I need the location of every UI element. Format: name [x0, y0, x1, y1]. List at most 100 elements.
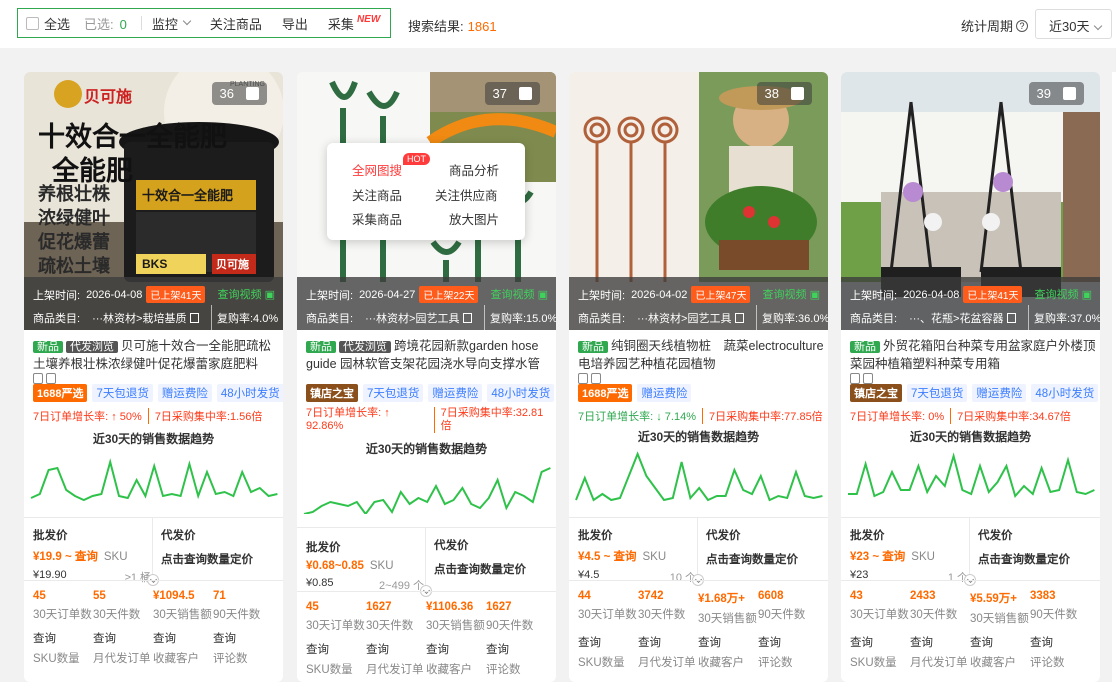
image-icon[interactable]	[46, 373, 56, 384]
purchase-concentration: 7日采购集中率:32.81倍	[433, 407, 552, 433]
query-dropship-price-button[interactable]: 点击查询数量定价	[161, 551, 253, 567]
product-card[interactable]: 贝可施 十效合一全能肥 全能肥 养根壮株 浓绿健叶 促花爆蕾 疏松土壤 十效合一…	[24, 72, 283, 682]
query-dropship-price-button[interactable]: 点击查询数量定价	[706, 551, 798, 567]
repurchase-rate: 复购率:4.0%	[211, 305, 283, 330]
svg-text:全能肥: 全能肥	[51, 155, 133, 186]
copy-icon[interactable]	[1007, 313, 1017, 323]
select-all-checkbox[interactable]	[26, 16, 39, 30]
query-favorites[interactable]: 查询	[970, 634, 1030, 650]
query-video-link[interactable]: 查询视频 ▣	[218, 286, 275, 302]
copy-icon[interactable]	[190, 313, 200, 323]
stat-units-90d: 71	[213, 590, 226, 602]
trend-title: 近30天的销售数据趋势	[909, 430, 1032, 444]
period-select[interactable]: 近30天	[1035, 9, 1112, 39]
copy-icon[interactable]	[33, 373, 43, 384]
query-favorites[interactable]: 查询	[698, 634, 758, 650]
product-card[interactable]: 39 上架时间: 2026-04-08 已上架41天 查询视频 ▣ 商品类目: ···…	[841, 72, 1100, 682]
menu-enlarge-image[interactable]: 放大图片	[449, 209, 499, 228]
growth-rates: 7日订单增长率: 0% 7日采购集中率:34.67倍	[850, 408, 1096, 424]
base-price: ¥4.5	[578, 569, 600, 581]
price-range[interactable]: ¥19.9 ~ 查询 SKU	[33, 548, 151, 564]
monitor-dropdown[interactable]: 监控	[152, 14, 192, 33]
menu-follow-supplier[interactable]: 关注供应商	[435, 185, 498, 204]
query-monthly-dropship[interactable]: 查询	[366, 641, 426, 657]
service-tags: 1688严选 7天包退货 赠运费险 48小时发货	[33, 384, 283, 402]
query-monthly-dropship[interactable]: 查询	[910, 634, 970, 650]
stat-sales-30d: ¥5.59万+	[970, 593, 1017, 605]
dropship-price: 代发价 点击查询数量定价	[978, 530, 1070, 567]
svg-text:促花爆蕾: 促花爆蕾	[37, 231, 110, 252]
query-video-link[interactable]: 查询视频 ▣	[1035, 286, 1092, 302]
product-image-area[interactable]: 38 上架时间: 2026-04-02 已上架47天 查询视频 ▣ 商品类目: ···…	[569, 72, 828, 330]
query-sku-count[interactable]: 查询	[578, 634, 638, 650]
chevron-down-icon	[182, 16, 192, 26]
menu-collect-product[interactable]: 采集商品	[352, 209, 402, 228]
category-path: ···林资材>园艺工具	[637, 313, 732, 325]
service-tag: 赠运费险	[972, 384, 1027, 402]
listed-days-badge: 已上架41天	[146, 286, 206, 303]
product-card[interactable]: 38 上架时间: 2026-04-02 已上架47天 查询视频 ▣ 商品类目: ···…	[569, 72, 828, 682]
next-card-edge	[1112, 72, 1116, 682]
sales-stats: 43 30天订单数 2433 30天件数 ¥5.59万+ 30天销售额 3383 90天…	[850, 590, 1090, 670]
select-checkbox[interactable]	[246, 87, 259, 100]
price-range[interactable]: ¥23 ~ 查询 SKU	[850, 548, 968, 564]
query-video-link[interactable]: 查询视频 ▣	[491, 286, 548, 302]
query-monthly-dropship[interactable]: 查询	[638, 634, 698, 650]
query-sku-count[interactable]: 查询	[306, 641, 366, 657]
query-reviews[interactable]: 查询	[486, 641, 546, 657]
product-title[interactable]: 新品 代发浏览 跨境花园新款garden hose guide 园林软管支架花园浇水…	[306, 338, 552, 372]
menu-follow-product[interactable]: 关注商品	[352, 185, 402, 204]
follow-products-button[interactable]: 关注商品	[210, 14, 262, 33]
growth-rates: 7日订单增长率: ↓ 7.14% 7日采购集中率:77.85倍	[578, 408, 824, 424]
query-favorites[interactable]: 查询	[153, 630, 213, 646]
listing-info-overlay: 上架时间: 2026-04-27 已上架22天 查询视频 ▣ 商品类目: ···林资材…	[297, 277, 556, 330]
select-all-label[interactable]: 全选	[44, 14, 70, 33]
dropship-tag: 代发浏览	[339, 341, 391, 353]
svg-text:十效合一全能肥: 十效合一全能肥	[38, 121, 227, 152]
svg-text:疏松土壤: 疏松土壤	[38, 255, 111, 276]
listed-date: 2026-04-02	[631, 288, 688, 301]
stat-sales-30d: ¥1.68万+	[698, 593, 745, 605]
query-reviews[interactable]: 查询	[1030, 634, 1090, 650]
export-button[interactable]: 导出	[282, 14, 308, 33]
help-icon[interactable]: ?	[1016, 19, 1029, 32]
query-monthly-dropship[interactable]: 查询	[93, 630, 153, 646]
product-title[interactable]: 新品 外贸花箱阳台种菜专用盆家庭户外楼顶菜园种植箱塑料种菜专用箱	[850, 338, 1096, 372]
menu-product-analysis[interactable]: 商品分析	[449, 160, 499, 179]
service-tag: 48小时发货	[216, 384, 283, 402]
query-sku-count[interactable]: 查询	[850, 634, 910, 650]
select-checkbox[interactable]	[519, 87, 532, 100]
collect-button[interactable]: 采集 NEW	[328, 14, 380, 33]
query-reviews[interactable]: 查询	[213, 630, 273, 646]
select-checkbox[interactable]	[791, 87, 804, 100]
price-range[interactable]: ¥4.5 ~ 查询 SKU	[578, 548, 696, 564]
listed-days-badge: 已上架47天	[691, 286, 751, 303]
product-image-area[interactable]: 39 上架时间: 2026-04-08 已上架41天 查询视频 ▣ 商品类目: ···…	[841, 72, 1100, 330]
price-range[interactable]: ¥0.68~0.85 SKU	[306, 560, 424, 572]
query-video-link[interactable]: 查询视频 ▣	[763, 286, 820, 302]
copy-icon[interactable]	[735, 313, 745, 323]
copy-icon[interactable]	[463, 313, 473, 323]
query-dropship-price-button[interactable]: 点击查询数量定价	[434, 561, 526, 577]
image-icon[interactable]	[591, 373, 601, 384]
copy-icon[interactable]	[578, 373, 588, 384]
product-image-area[interactable]: 贝可施 十效合一全能肥 全能肥 养根壮株 浓绿健叶 促花爆蕾 疏松土壤 十效合一…	[24, 72, 283, 330]
listing-info-overlay: 上架时间: 2026-04-08 已上架41天 查询视频 ▣ 商品类目: ···、花瓶…	[841, 277, 1100, 330]
base-price: ¥19.90	[33, 569, 67, 581]
divider	[569, 517, 828, 518]
service-tags: 1688严选 赠运费险	[578, 384, 692, 402]
query-dropship-price-button[interactable]: 点击查询数量定价	[978, 551, 1070, 567]
sales-trend-chart	[303, 467, 551, 514]
sales-trend-chart	[848, 452, 1095, 499]
menu-search-all[interactable]: 全网图搜	[352, 160, 402, 179]
query-favorites[interactable]: 查询	[426, 641, 486, 657]
query-reviews[interactable]: 查询	[758, 634, 818, 650]
product-title[interactable]: 新品 纯铜圈天线植物桩 蔬菜electroculture 电培养园艺种植花园植物	[578, 338, 824, 372]
service-tag: 7天包退货	[907, 384, 968, 402]
product-title[interactable]: 新品 代发浏览 贝可施十效合一全能肥疏松土壤养根壮株浓绿健叶促花爆蕾家庭肥料	[33, 338, 279, 372]
select-checkbox[interactable]	[1063, 87, 1076, 100]
divider	[841, 517, 1100, 518]
query-sku-count[interactable]: 查询	[33, 630, 93, 646]
image-icon[interactable]	[863, 373, 873, 384]
copy-icon[interactable]	[850, 373, 860, 384]
